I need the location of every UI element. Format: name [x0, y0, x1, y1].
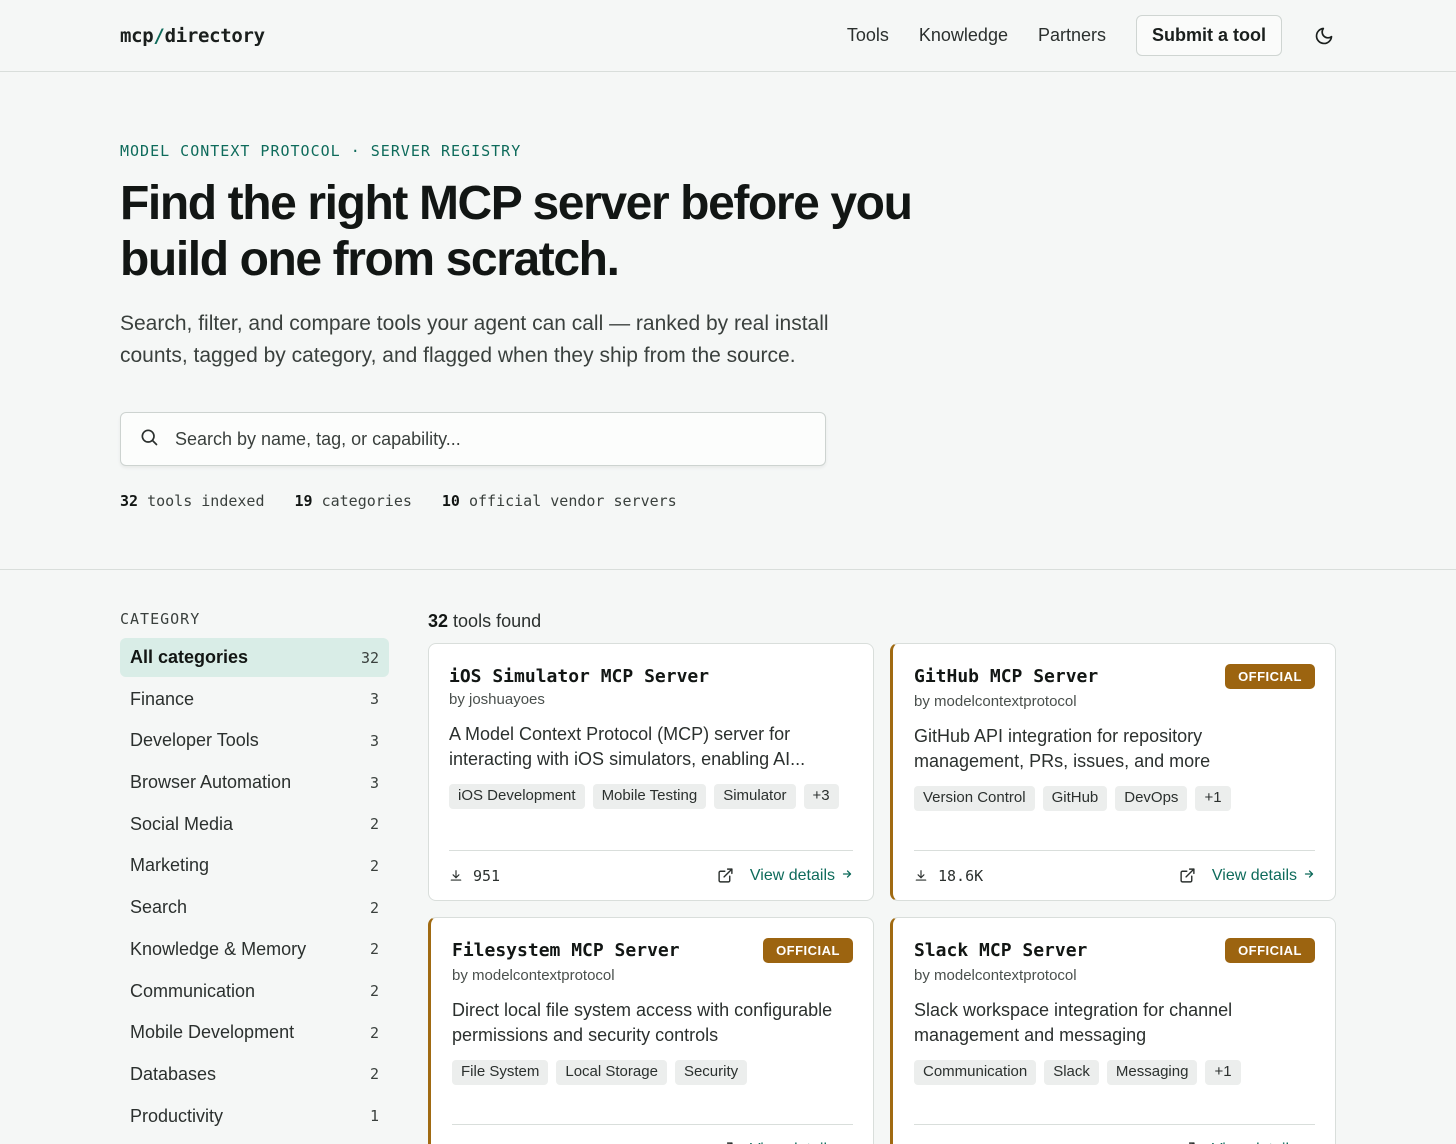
- stat-official: 10 official vendor servers: [441, 492, 677, 510]
- results-panel: 32 tools found iOS Simulator MCP Server b…: [428, 610, 1336, 1144]
- category-sidebar: CATEGORY All categories 32 Finance 3 Devel…: [120, 610, 389, 1144]
- install-count: 951: [449, 867, 500, 885]
- search-icon: [139, 427, 159, 452]
- external-link-icon[interactable]: [1179, 867, 1196, 884]
- tool-title[interactable]: iOS Simulator MCP Server: [449, 666, 709, 687]
- view-details-link[interactable]: View details: [1212, 1141, 1315, 1144]
- tag-chip[interactable]: Messaging: [1106, 1060, 1198, 1085]
- tag-chip[interactable]: Mobile Testing: [592, 784, 707, 809]
- tool-card[interactable]: Filesystem MCP Server OFFICIAL by modelcon…: [428, 917, 874, 1144]
- download-icon: [914, 869, 933, 883]
- category-item-search[interactable]: Search 2: [120, 888, 389, 927]
- official-badge: OFFICIAL: [763, 938, 853, 963]
- category-item-browser-automation[interactable]: Browser Automation 3: [120, 763, 389, 802]
- tool-description: GitHub API integration for repository ma…: [914, 726, 1211, 771]
- category-item-social-media[interactable]: Social Media 2: [120, 805, 389, 844]
- tag-chip[interactable]: Version Control: [914, 786, 1035, 811]
- tool-author: by modelcontextprotocol: [914, 693, 1077, 710]
- tag-chip[interactable]: Communication: [914, 1060, 1037, 1085]
- tag-chip[interactable]: +3: [803, 784, 839, 809]
- install-count: 15.8K: [452, 1141, 521, 1144]
- hero-lead: Search, filter, and compare tools your a…: [120, 312, 829, 367]
- submit-tool-button[interactable]: Submit a tool: [1136, 15, 1282, 56]
- tag-chip[interactable]: DevOps: [1115, 786, 1188, 811]
- nav-link-partners[interactable]: Partners: [1038, 25, 1106, 46]
- category-item-productivity[interactable]: Productivity 1: [120, 1097, 389, 1136]
- arrow-right-icon: [1303, 867, 1315, 885]
- tag-list: iOS Development Mobile Testing Simulator +3: [449, 784, 853, 817]
- view-details-link[interactable]: View details: [750, 1141, 853, 1144]
- tool-description: Direct local file system access with con…: [452, 1000, 833, 1045]
- search-box[interactable]: [120, 412, 826, 466]
- moon-icon[interactable]: [1312, 24, 1336, 48]
- tool-title[interactable]: Slack MCP Server: [914, 940, 1087, 961]
- install-count: 18.6K: [914, 867, 983, 885]
- tool-card[interactable]: iOS Simulator MCP Server by joshuayoes A M…: [428, 643, 874, 901]
- tool-author: by joshuayoes: [449, 691, 545, 708]
- tool-description: Slack workspace integration for channel …: [914, 1000, 1233, 1045]
- category-item-mobile-development[interactable]: Mobile Development 2: [120, 1013, 389, 1052]
- official-badge: OFFICIAL: [1225, 938, 1315, 963]
- install-count: 14.5K: [914, 1141, 983, 1144]
- tag-chip[interactable]: +1: [1205, 1060, 1241, 1085]
- main-content: CATEGORY All categories 32 Finance 3 Devel…: [0, 570, 1456, 1144]
- card-footer: 18.6K View details: [914, 850, 1315, 900]
- stat-tools: 32 tools indexed: [120, 492, 265, 510]
- results-count: 32 tools found: [428, 611, 542, 631]
- stat-categories: 19 categories: [294, 492, 412, 510]
- category-item-finance[interactable]: Finance 3: [120, 680, 389, 719]
- tag-list: Version Control GitHub DevOps +1: [914, 786, 1315, 819]
- card-footer: 15.8K View details: [452, 1124, 853, 1144]
- main-nav: Tools Knowledge Partners Submit a tool: [817, 15, 1336, 56]
- site-logo[interactable]: mcp/directory: [120, 25, 265, 47]
- category-item-knowledge-memory[interactable]: Knowledge & Memory 2: [120, 930, 389, 969]
- tag-chip[interactable]: Local Storage: [556, 1060, 667, 1085]
- tool-grid: iOS Simulator MCP Server by joshuayoes A M…: [428, 643, 1336, 1144]
- view-details-link[interactable]: View details: [750, 867, 853, 885]
- category-item-databases[interactable]: Databases 2: [120, 1055, 389, 1094]
- hero-eyebrow: MODEL CONTEXT PROTOCOL · SERVER REGISTRY: [120, 142, 522, 160]
- hero-section: MODEL CONTEXT PROTOCOL · SERVER REGISTRY…: [0, 72, 1456, 570]
- hero-title: Find the right MCP server before you bui…: [120, 177, 913, 286]
- tag-list: File System Local Storage Security: [452, 1060, 853, 1093]
- tool-description: A Model Context Protocol (MCP) server fo…: [449, 724, 806, 769]
- card-footer: 951 View details: [449, 850, 853, 900]
- tool-title[interactable]: Filesystem MCP Server: [452, 940, 680, 961]
- category-item-marketing[interactable]: Marketing 2: [120, 846, 389, 885]
- tag-chip[interactable]: GitHub: [1042, 786, 1108, 811]
- nav-link-tools[interactable]: Tools: [847, 25, 889, 46]
- tag-chip[interactable]: Simulator: [714, 784, 796, 809]
- tag-list: Communication Slack Messaging +1: [914, 1060, 1315, 1093]
- view-details-link[interactable]: View details: [1212, 867, 1315, 885]
- tag-chip[interactable]: Slack: [1044, 1060, 1099, 1085]
- stats-row: 32 tools indexed 19 categories 10 offici…: [120, 492, 1336, 510]
- top-nav-bar: mcp/directory Tools Knowledge Partners S…: [0, 0, 1456, 72]
- tag-chip[interactable]: File System: [452, 1060, 549, 1085]
- tool-card[interactable]: GitHub MCP Server OFFICIAL by modelcontext…: [890, 643, 1336, 901]
- tool-author: by modelcontextprotocol: [914, 967, 1077, 984]
- category-item-all[interactable]: All categories 32: [120, 638, 389, 677]
- tag-chip[interactable]: iOS Development: [449, 784, 585, 809]
- tag-chip[interactable]: Security: [674, 1060, 748, 1085]
- official-badge: OFFICIAL: [1225, 664, 1315, 689]
- sidebar-title: CATEGORY: [120, 610, 201, 628]
- card-footer: 14.5K View details: [914, 1124, 1315, 1144]
- tool-author: by modelcontextprotocol: [452, 967, 615, 984]
- arrow-right-icon: [1303, 1141, 1315, 1144]
- tool-title[interactable]: GitHub MCP Server: [914, 666, 1098, 687]
- search-input[interactable]: [175, 428, 775, 450]
- tool-card[interactable]: Slack MCP Server OFFICIAL by modelcontextp…: [890, 917, 1336, 1144]
- category-item-developer-tools[interactable]: Developer Tools 3: [120, 721, 389, 760]
- nav-link-knowledge[interactable]: Knowledge: [919, 25, 1008, 46]
- arrow-right-icon: [841, 1141, 853, 1144]
- download-icon: [449, 869, 468, 883]
- external-link-icon[interactable]: [717, 867, 734, 884]
- arrow-right-icon: [841, 867, 853, 885]
- tag-chip[interactable]: +1: [1195, 786, 1231, 811]
- category-item-communication[interactable]: Communication 2: [120, 972, 389, 1011]
